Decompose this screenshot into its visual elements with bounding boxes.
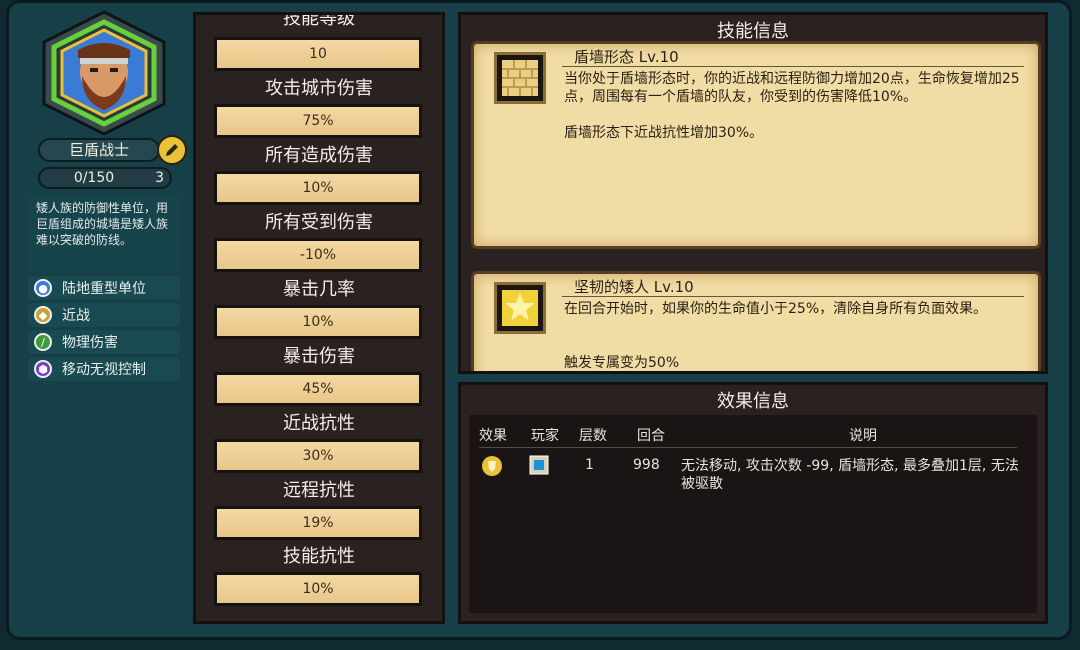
stat-label-skill-resist: 技能抗性 xyxy=(283,546,355,567)
stat-label-crit-chance: 暴击几率 xyxy=(283,279,355,300)
hero-tags: ● 陆地重型单位 ◆ 近战 / 物理伤害 ⬢ 移动无视控制 xyxy=(28,276,180,384)
effect-table: 效果 玩家 层数 回合 说明 1 998 无法移动, 攻击次数 -99, 盾墙形… xyxy=(469,415,1037,613)
stat-label-damage-taken: 所有受到伤害 xyxy=(265,212,373,233)
stat-label-skill-level: 技能等级 xyxy=(283,12,355,29)
stat-value-crit-chance: 10% xyxy=(214,305,422,339)
edit-name-button[interactable] xyxy=(157,135,187,165)
sword-icon: / xyxy=(34,333,52,351)
hexagon-icon: ⬢ xyxy=(34,360,52,378)
tag-label: 移动无视控制 xyxy=(62,362,146,378)
skill-description: 在回合开始时，如果你的生命值小于25%，清除自身所有负面效果。 xyxy=(564,301,988,317)
effect-stacks: 1 xyxy=(585,457,594,473)
shield-effect-icon xyxy=(481,455,503,481)
tag-physical-damage[interactable]: / 物理伤害 xyxy=(28,330,180,354)
stat-value-ranged-resist: 19% xyxy=(214,506,422,540)
stat-label-city-damage: 攻击城市伤害 xyxy=(265,78,373,99)
header-player: 玩家 xyxy=(531,428,559,444)
header-turns: 回合 xyxy=(637,428,665,444)
skill-card-tough-dwarf: 坚韧的矮人 Lv.10 在回合开始时，如果你的生命值小于25%，清除自身所有负面… xyxy=(471,271,1041,371)
brick-wall-icon xyxy=(502,60,538,96)
skill-name: 坚韧的矮人 Lv.10 xyxy=(574,278,694,296)
stat-value-damage-dealt: 10% xyxy=(214,171,422,205)
effect-info-panel: 效果信息 效果 玩家 层数 回合 说明 1 998 无法移动, 攻击次数 -99… xyxy=(458,382,1048,624)
header-effect: 效果 xyxy=(479,428,507,444)
tag-melee[interactable]: ◆ 近战 xyxy=(28,303,180,327)
stat-label-crit-damage: 暴击伤害 xyxy=(283,346,355,367)
tag-label: 近战 xyxy=(62,308,90,324)
melee-icon: ◆ xyxy=(34,306,52,324)
tough-dwarf-skill-icon xyxy=(494,282,546,334)
header-divider xyxy=(479,447,1017,448)
hero-portrait[interactable] xyxy=(38,10,170,136)
golden-burst-icon xyxy=(502,290,538,326)
skill-description-extra: 盾墙形态下近战抗性增加30%。 xyxy=(564,125,764,141)
stats-panel[interactable]: 技能等级 10 攻击城市伤害 75% 所有造成伤害 10% 所有受到伤害 -10… xyxy=(193,12,445,624)
pencil-icon xyxy=(166,144,178,156)
hero-name: 巨盾战士 xyxy=(38,138,160,162)
stat-value-melee-resist: 30% xyxy=(214,439,422,473)
effect-info-title: 效果信息 xyxy=(717,391,789,412)
stat-value-skill-level: 10 xyxy=(214,37,422,71)
skill-info-title: 技能信息 xyxy=(717,21,789,42)
stat-label-ranged-resist: 远程抗性 xyxy=(283,480,355,501)
tag-label: 陆地重型单位 xyxy=(62,281,146,297)
stat-value-city-damage: 75% xyxy=(214,104,422,138)
skill-info-panel[interactable]: 技能信息 盾墙形态 Lv.10 当你处于盾墙形态时，你的近战和远程防御力增加20… xyxy=(458,12,1048,374)
skill-description: 当你处于盾墙形态时，你的近战和远程防御力增加20点，生命恢复增加25点，周围每有… xyxy=(564,71,1020,105)
header-description: 说明 xyxy=(849,428,877,444)
skill-name: 盾墙形态 Lv.10 xyxy=(574,48,679,66)
shield-wall-skill-icon xyxy=(494,52,546,104)
stat-value-skill-resist: 10% xyxy=(214,572,422,606)
stat-label-melee-resist: 近战抗性 xyxy=(283,413,355,434)
tag-heavy-land-unit[interactable]: ● 陆地重型单位 xyxy=(28,276,180,300)
hero-portrait-frame-icon xyxy=(42,10,166,136)
xp-bar: 0/150 3 xyxy=(38,167,172,189)
stat-value-damage-taken: -10% xyxy=(214,238,422,272)
divider xyxy=(562,66,1024,67)
hero-description: 矮人族的防御性单位，用巨盾组成的城墙是矮人族难以突破的防线。 xyxy=(28,194,180,272)
divider xyxy=(562,296,1024,297)
effect-turns: 998 xyxy=(633,457,660,473)
skill-card-shield-wall: 盾墙形态 Lv.10 当你处于盾墙形态时，你的近战和远程防御力增加20点，生命恢… xyxy=(471,41,1041,249)
tag-label: 物理伤害 xyxy=(62,335,118,351)
header-stacks: 层数 xyxy=(579,428,607,444)
player-color-icon xyxy=(529,455,549,479)
stat-label-damage-dealt: 所有造成伤害 xyxy=(265,145,373,166)
stat-value-crit-damage: 45% xyxy=(214,372,422,406)
hero-level: 3 xyxy=(155,170,164,186)
xp-text: 0/150 xyxy=(73,170,115,186)
person-icon: ● xyxy=(34,279,52,297)
skill-description-extra: 触发专属变为50% xyxy=(564,355,680,371)
effect-note: 无法移动, 攻击次数 -99, 盾墙形态, 最多叠加1层, 无法被驱散 xyxy=(681,458,1019,492)
tag-ignore-control[interactable]: ⬢ 移动无视控制 xyxy=(28,357,180,381)
